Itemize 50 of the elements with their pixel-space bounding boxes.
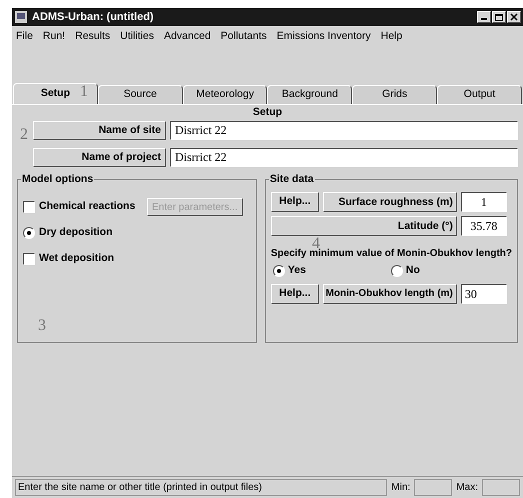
annotation-number: 1 (80, 84, 88, 100)
radio-button[interactable] (390, 264, 403, 277)
close-icon[interactable] (507, 11, 521, 23)
option-label: Wet deposition (39, 251, 116, 266)
menu-item[interactable]: File (16, 29, 33, 45)
text-field[interactable]: Disrrict 22 (170, 148, 518, 167)
menu-item[interactable]: Run! (42, 29, 66, 45)
field-label: Monin-Obukhov length (m) (322, 284, 457, 304)
field-label: Surface roughness (m) (322, 192, 457, 212)
max-label: Max: (456, 481, 478, 495)
field-label: Latitude (°) (270, 216, 457, 236)
window-title: ADMS-Urban: (untitled) (32, 10, 155, 25)
tab[interactable]: Meteorology (182, 85, 268, 104)
tab[interactable]: Background (267, 85, 352, 104)
help-button[interactable]: Help... (270, 192, 319, 212)
menu-item[interactable]: Pollutants (220, 29, 267, 45)
page-title: Setup (252, 105, 284, 119)
option-label: Dry deposition (39, 225, 114, 240)
checkbox[interactable] (23, 253, 35, 265)
maximize-icon[interactable] (492, 11, 506, 23)
tab[interactable]: Grids (352, 85, 438, 104)
min-field (414, 479, 452, 496)
help-button[interactable]: Help... (270, 284, 319, 304)
radio-button[interactable] (23, 227, 35, 239)
menu-item[interactable]: Utilities (120, 29, 154, 45)
menu-item[interactable]: Results (75, 29, 110, 45)
radio-button[interactable] (272, 264, 285, 277)
radio-label: No (406, 263, 420, 278)
menu-item[interactable]: Advanced (164, 29, 211, 45)
radio-label: Yes (288, 263, 306, 278)
group-title: Model options (21, 173, 94, 186)
annotation-number: 3 (38, 318, 46, 334)
option-label: Chemical reactions (39, 199, 136, 214)
field-label: Name of site (33, 121, 166, 140)
text-field[interactable]: Disrrict 22 (170, 121, 518, 140)
checkbox[interactable] (23, 201, 35, 213)
tab[interactable]: Output (437, 85, 522, 104)
text-field[interactable]: 30 (460, 284, 507, 304)
min-label: Min: (391, 481, 410, 495)
text-field[interactable]: 1 (460, 192, 507, 212)
status-message: Enter the site name or other title (printed in output files) (15, 479, 388, 496)
tab[interactable]: Source (98, 85, 183, 104)
menu-item[interactable]: Help (380, 29, 402, 45)
minimize-icon[interactable] (477, 11, 491, 23)
menu-item[interactable]: Emissions Inventory (276, 29, 371, 45)
annotation-number: 2 (20, 127, 28, 143)
field-label: Name of project (33, 148, 166, 167)
max-field (482, 479, 520, 496)
text-field[interactable]: 35.78 (460, 216, 507, 236)
app-icon (14, 10, 28, 24)
